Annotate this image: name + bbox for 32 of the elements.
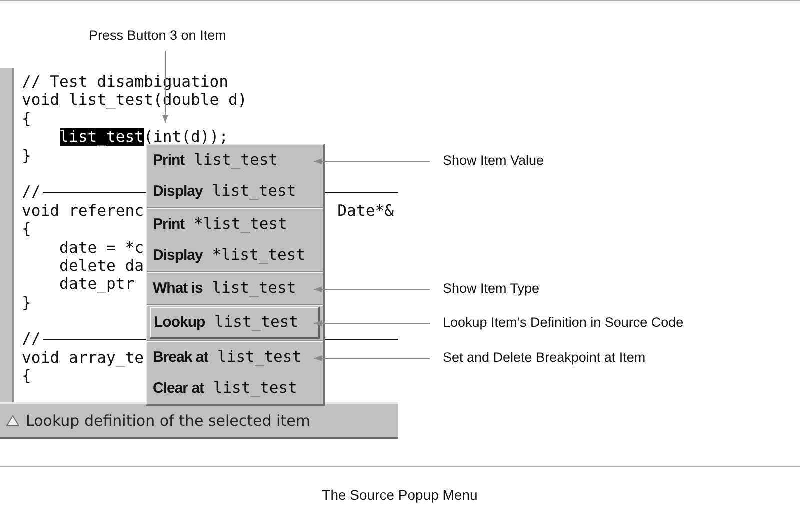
code-line: void list_test(double d) <box>22 91 248 110</box>
code-comment: // <box>22 183 41 202</box>
code-line: Date*& <box>338 202 395 220</box>
code-line: date_ptr <box>58 275 135 294</box>
code-line: delete da <box>58 256 144 276</box>
code-line: date = *c <box>58 238 144 257</box>
code-line: { <box>22 220 32 239</box>
callout-label: Lookup Item’s Definition in Source Code <box>443 314 684 332</box>
code-line: void array_te <box>22 348 144 368</box>
menu-item[interactable]: Display *list_test <box>147 240 323 271</box>
code-line: { <box>22 367 32 386</box>
callout-label: Show Item Type <box>443 280 540 298</box>
menu-item[interactable]: Clear at list_test <box>147 373 323 404</box>
menu-item[interactable]: Break at list_test <box>147 342 323 373</box>
menu-item[interactable]: What is list_test <box>147 273 323 304</box>
code-line: { <box>22 110 32 128</box>
callout-label: Press Button 3 on Item <box>89 27 226 45</box>
menu-item[interactable]: Display list_test <box>147 176 323 207</box>
menu-item[interactable]: Print *list_test <box>147 209 323 240</box>
code-line: // Test disambiguation <box>22 73 229 92</box>
status-message: Lookup definition of the selected item <box>26 412 310 430</box>
code-line: list_test(int(d)); <box>58 128 229 147</box>
callout-label: Set and Delete Breakpoint at Item <box>443 348 646 366</box>
code-line: } <box>22 146 32 165</box>
callout-label: Show Item Value <box>443 152 544 170</box>
menu-item[interactable]: Print list_test <box>147 145 323 176</box>
figure-caption: The Source Popup Menu <box>322 487 478 503</box>
code-line: } <box>22 294 32 312</box>
menu-item[interactable]: Lookup list_test <box>150 307 320 339</box>
code-comment: // <box>22 330 41 349</box>
code-line: void referenc <box>22 202 144 220</box>
triangle-icon <box>6 414 20 426</box>
